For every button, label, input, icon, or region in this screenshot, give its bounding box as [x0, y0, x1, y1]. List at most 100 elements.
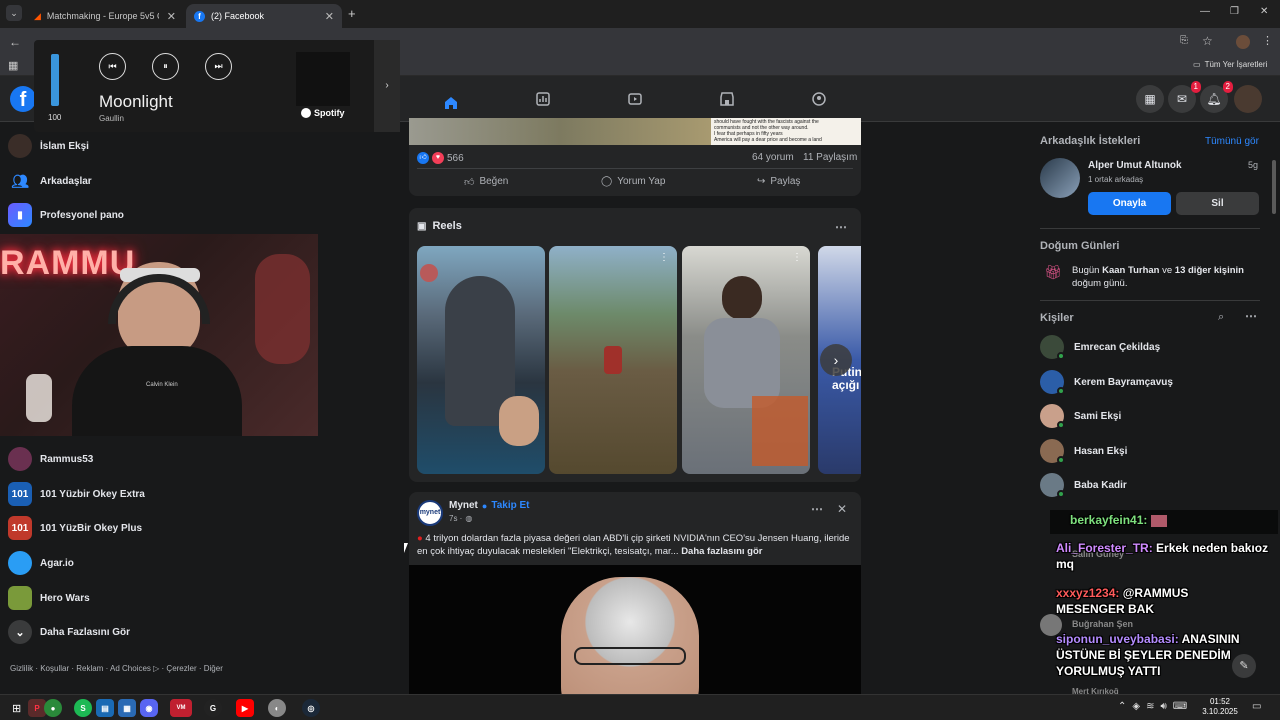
see-all-link[interactable]: Tümünü gör [1205, 136, 1259, 147]
neon-sign: RAMMU [0, 244, 136, 282]
scrollbar[interactable] [1272, 160, 1276, 214]
start-button[interactable]: ⊞ [12, 702, 21, 715]
contacts-options-icon[interactable]: ⋯ [1245, 309, 1257, 323]
previous-track-button[interactable]: ⏮ [99, 53, 126, 80]
emote-icon [1150, 514, 1167, 527]
menu-grid-button[interactable]: ▦ [1136, 85, 1164, 113]
home-icon[interactable] [438, 86, 464, 122]
shortcut-rammus53[interactable]: Rammus53 [8, 442, 93, 476]
minimize-button[interactable]: — [1200, 6, 1210, 17]
contact-item[interactable]: Emrecan Çekildaş [1040, 332, 1160, 362]
next-track-button[interactable]: ⏭ [205, 53, 232, 80]
shortcut-okey-extra[interactable]: 101 101 Yüzbir Okey Extra [8, 477, 145, 511]
reel-thumbnail[interactable]: ⋮ [682, 246, 810, 474]
request-name[interactable]: Alper Umut Altunok [1088, 160, 1182, 171]
system-tray[interactable]: ⌃ ◈ ≋ 🔊︎ ⌨ [1118, 701, 1187, 712]
reels-options-icon[interactable]: ⋯ [835, 220, 847, 234]
post-photo[interactable] [409, 565, 861, 694]
discord-icon[interactable]: ◉ [140, 699, 158, 717]
like-button[interactable]: 👍︎ Beğen [464, 176, 508, 188]
see-more-button[interactable]: ⌄ Daha Fazlasını Gör [8, 615, 130, 649]
sidebar-item-profile[interactable]: İslam Ekşi [8, 129, 89, 163]
expand-chevron-icon[interactable]: › [374, 40, 400, 132]
tab-facebook[interactable]: f (2) Facebook ✕ [186, 4, 342, 28]
author-name[interactable]: Mynet [449, 500, 478, 511]
reel-options-icon[interactable]: ⋮ [659, 252, 669, 263]
comment-button[interactable]: ◯ Yorum Yap [601, 176, 665, 187]
app-icon[interactable]: ◐ [268, 699, 286, 717]
notification-center-icon[interactable]: ▭ [1252, 701, 1261, 712]
messenger-icon: ✉ [1176, 92, 1188, 106]
marketplace-icon[interactable] [714, 86, 740, 112]
shortcut-agario[interactable]: Agar.io [8, 546, 74, 580]
confirm-button[interactable]: Onayla [1088, 192, 1171, 215]
profile-avatar[interactable] [1236, 35, 1250, 49]
sidebar-item-label: Arkadaşlar [40, 175, 92, 187]
delete-button[interactable]: Sil [1176, 192, 1259, 215]
post-body: 4 trilyon dolardan fazla piyasa değeri o… [417, 533, 850, 557]
shortcut-okey-plus[interactable]: 101 101 YüzBir Okey Plus [8, 511, 142, 545]
shirt-logo: Calvin Klein [146, 382, 178, 388]
contact-name-faded[interactable]: Buğrahan Şen [1072, 619, 1133, 629]
tab-matchmaking[interactable]: ◢ Matchmaking - Europe 5v5 Qu ✕ [26, 4, 184, 28]
app-icon[interactable]: ▤ [96, 699, 114, 717]
contact-item[interactable]: Kerem Bayramçavuş [1040, 367, 1173, 397]
search-contacts-icon[interactable]: ⌕ [1218, 311, 1224, 324]
reactions[interactable]: 👍︎ ♥ 566 [417, 152, 464, 164]
reels-next-button[interactable]: › [820, 344, 852, 376]
shortcut-hero-wars[interactable]: Hero Wars [8, 581, 90, 615]
contact-item[interactable]: Baba Kadir [1040, 470, 1127, 500]
facebook-logo[interactable]: f [10, 86, 36, 112]
bookmark-star-icon[interactable]: ☆ [1202, 34, 1213, 48]
install-app-icon[interactable]: ⎘ [1180, 35, 1188, 46]
all-bookmarks-button[interactable]: ▭ Tüm Yer İşaretleri [1193, 60, 1267, 69]
see-more-link[interactable]: Daha fazlasını gör [681, 546, 762, 557]
steam-icon[interactable]: ◎ [302, 699, 320, 717]
hide-post-icon[interactable]: ✕ [837, 502, 847, 516]
account-avatar[interactable] [1234, 85, 1262, 113]
new-tab-button[interactable]: + [348, 6, 356, 21]
birthday-text[interactable]: Bugün Kaan Turhan ve 13 diğer kişinin do… [1072, 264, 1258, 290]
browser-menu-icon[interactable]: ⋮ [1262, 34, 1273, 47]
comment-count[interactable]: 64 yorum [752, 152, 794, 163]
close-tab-icon[interactable]: ✕ [167, 10, 176, 23]
request-avatar[interactable] [1040, 158, 1080, 198]
page-avatar[interactable]: mynet [417, 500, 443, 526]
post-options-icon[interactable]: ⋯ [811, 502, 823, 516]
reel-thumbnail[interactable] [417, 246, 545, 474]
share-count[interactable]: 11 Paylaşım [803, 152, 857, 163]
sidebar-item-friends[interactable]: 👥︎ Arkadaşlar [8, 164, 92, 198]
chat-user: berkayfein41: [1070, 513, 1148, 527]
feeds-icon[interactable] [530, 86, 556, 112]
app-icon[interactable]: G [204, 699, 222, 717]
pause-button[interactable]: ⏸ [152, 53, 179, 80]
mutual-friends: 1 ortak arkadaş [1088, 175, 1144, 184]
video-icon[interactable] [622, 86, 648, 112]
clock[interactable]: 01:52 3.10.2025 [1202, 697, 1238, 717]
close-tab-icon[interactable]: ✕ [325, 10, 334, 23]
app-icon[interactable]: ▦ [118, 699, 136, 717]
volume-slider[interactable] [51, 54, 59, 106]
apps-grid-icon[interactable]: ▦ [8, 59, 18, 72]
close-window-button[interactable]: ✕ [1260, 6, 1268, 17]
comment-label: Yorum Yap [617, 176, 666, 187]
restore-button[interactable]: ❐ [1230, 6, 1239, 17]
reel-thumbnail[interactable]: ⋮ [549, 246, 677, 474]
messenger-button[interactable]: ✉ 1 [1168, 81, 1201, 113]
spotify-taskbar-icon[interactable]: S [74, 699, 92, 717]
contact-name: Hasan Ekşi [1074, 445, 1128, 457]
notifications-button[interactable]: 🔔︎ 2 [1200, 81, 1233, 113]
back-icon[interactable]: ← [9, 35, 21, 49]
voicemod-icon[interactable]: VM [170, 699, 192, 717]
youtube-icon[interactable]: ▶ [236, 699, 254, 717]
contact-item[interactable]: Hasan Ekşi [1040, 436, 1127, 466]
groups-icon[interactable] [806, 86, 832, 112]
contact-item[interactable]: Sami Ekşi [1040, 401, 1121, 431]
chrome-icon[interactable]: ● [44, 699, 62, 717]
tab-search-button[interactable]: ⌄ [6, 5, 22, 21]
post-image[interactable] [409, 118, 711, 145]
reel-options-icon[interactable]: ⋮ [792, 252, 802, 263]
sidebar-item-dashboard[interactable]: ▮ Profesyonel pano [8, 198, 124, 232]
share-button[interactable]: ↪ Paylaş [757, 176, 800, 187]
follow-link[interactable]: Takip Et [491, 500, 529, 511]
